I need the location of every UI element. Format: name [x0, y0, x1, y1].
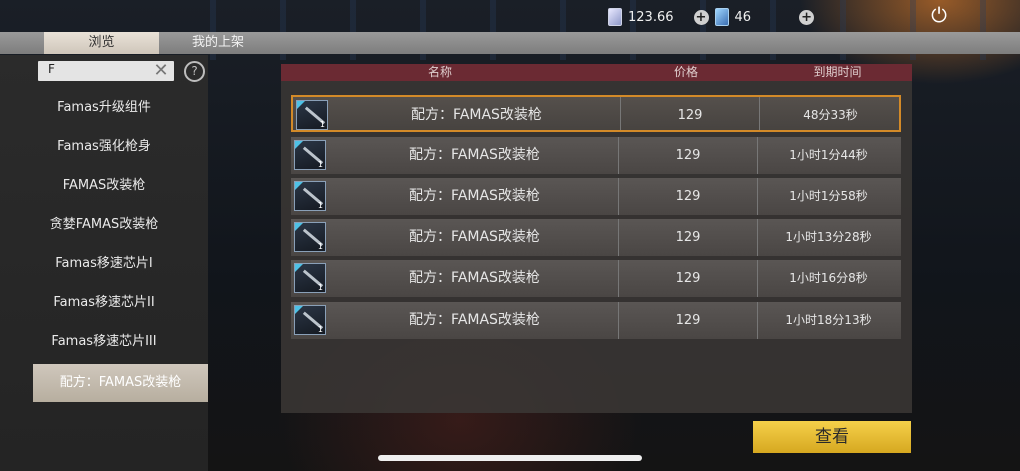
gem-currency-icon [714, 8, 729, 26]
item-expiry: 48分33秒 [803, 108, 858, 122]
header-price: 价格 [673, 65, 698, 79]
item-name: 配方：FAMAS改装枪 [409, 229, 540, 245]
header-expiry: 到期时间 [813, 65, 862, 79]
listing-row[interactable]: 1 配方：FAMAS改装枪 129 1小时13分28秒 [291, 219, 901, 256]
header-name: 名称 [427, 65, 452, 79]
listing-row[interactable]: 1 配方：FAMAS改装枪 129 1小时1分58秒 [291, 178, 901, 215]
item-name: 配方：FAMAS改装枪 [409, 147, 540, 163]
currency-hud: 123.66 + 46 + [608, 8, 815, 26]
item-price: 129 [618, 178, 758, 215]
help-icon[interactable]: ? [184, 61, 205, 82]
item-price: 129 [618, 260, 758, 297]
gem-amount: 46 [734, 9, 752, 25]
sidebar-item[interactable]: 贪婪FAMAS改装枪 [0, 206, 208, 244]
item-price: 129 [620, 97, 760, 130]
item-quantity: 1 [317, 325, 323, 334]
search-value: F [48, 62, 55, 76]
listing-row[interactable]: 1 配方：FAMAS改装枪 129 1小时1分44秒 [291, 137, 901, 174]
tab-bar: 浏览 我的上架 [0, 32, 1020, 54]
item-name: 配方：FAMAS改装枪 [409, 270, 540, 286]
card-amount: 123.66 [628, 9, 674, 25]
card-currency-icon [608, 8, 622, 26]
item-quantity: 1 [317, 201, 323, 210]
item-expiry: 1小时18分13秒 [785, 313, 872, 327]
gun-blueprint-icon: 1 [294, 181, 326, 211]
table-header: 名称 价格 到期时间 [281, 64, 912, 81]
item-quantity: 1 [317, 283, 323, 292]
sidebar-item[interactable]: Famas移速芯片III [0, 323, 208, 361]
sidebar-item[interactable]: Famas移速芯片II [0, 284, 208, 322]
gun-blueprint-icon: 1 [294, 222, 326, 252]
gun-blueprint-icon: 1 [294, 263, 326, 293]
sidebar-item-selected[interactable]: 配方：FAMAS改装枪 [33, 364, 208, 402]
clear-search-icon[interactable]: ✕ [152, 60, 170, 82]
item-quantity: 1 [319, 120, 325, 129]
add-gem-currency-button[interactable]: + [799, 9, 815, 25]
sidebar-item[interactable]: Famas升级组件 [0, 89, 208, 127]
tab-browse[interactable]: 浏览 [44, 32, 159, 54]
item-quantity: 1 [317, 242, 323, 251]
home-indicator[interactable] [378, 455, 642, 461]
gun-blueprint-icon: 1 [294, 305, 326, 335]
item-price: 129 [618, 137, 758, 174]
item-expiry: 1小时1分58秒 [789, 189, 868, 203]
listing-row-selected[interactable]: 1 配方：FAMAS改装枪 129 48分33秒 [291, 95, 901, 132]
tab-my-listings[interactable]: 我的上架 [178, 32, 258, 54]
item-expiry: 1小时1分44秒 [789, 148, 868, 162]
gun-blueprint-icon: 1 [294, 140, 326, 170]
add-card-currency-button[interactable]: + [693, 9, 709, 25]
item-expiry: 1小时16分8秒 [789, 271, 868, 285]
sidebar-item[interactable]: FAMAS改装枪 [0, 167, 208, 205]
power-icon[interactable]: ⏻ [926, 2, 952, 28]
item-price: 129 [618, 219, 758, 256]
item-quantity: 1 [317, 160, 323, 169]
item-expiry: 1小时13分28秒 [785, 230, 872, 244]
item-name: 配方：FAMAS改装枪 [411, 107, 542, 123]
sidebar-item[interactable]: Famas强化枪身 [0, 128, 208, 166]
item-name: 配方：FAMAS改装枪 [409, 188, 540, 204]
sidebar-item[interactable]: Famas移速芯片I [0, 245, 208, 283]
item-name: 配方：FAMAS改装枪 [409, 312, 540, 328]
view-button[interactable]: 查看 [753, 421, 911, 453]
listing-row[interactable]: 1 配方：FAMAS改装枪 129 1小时18分13秒 [291, 302, 901, 339]
listing-row[interactable]: 1 配方：FAMAS改装枪 129 1小时16分8秒 [291, 260, 901, 297]
item-price: 129 [618, 302, 758, 339]
gun-blueprint-icon: 1 [296, 100, 328, 130]
